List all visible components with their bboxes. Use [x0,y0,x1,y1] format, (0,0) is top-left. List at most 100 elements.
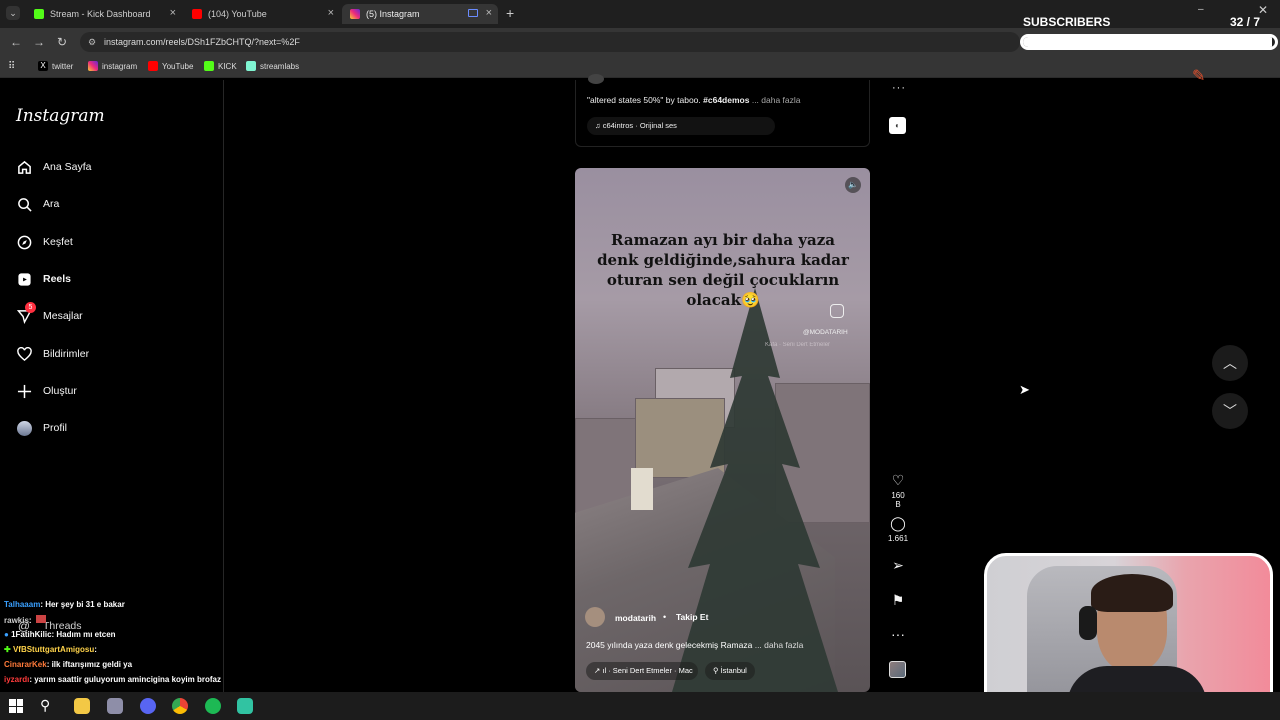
bookmark-label: twitter [52,61,74,71]
file-explorer-icon[interactable] [74,698,90,714]
search-icon[interactable]: ⚲ [40,697,50,714]
chrome-icon[interactable] [172,698,188,714]
mute-button[interactable]: 🔈 [845,177,861,193]
browser-tab-bar: ⌄ Stream - Kick Dashboard × (104) YouTub… [0,0,1280,29]
sidebar-item-profile[interactable]: Profil [16,420,67,436]
bookmark-label: YouTube [162,61,194,71]
instagram-watermark-icon [830,304,844,318]
spotify-icon[interactable] [205,698,221,714]
sidebar-item-explore[interactable]: Keşfet [16,234,73,250]
site-info-icon[interactable]: ⚙ [88,32,96,52]
reel-video[interactable]: Ramazan ayı bir daha yaza denk geldiğind… [575,168,870,692]
reel-username[interactable]: modatarih [615,613,656,623]
app-icon[interactable] [107,698,123,714]
caption-hashtag[interactable]: #c64demos [703,95,749,105]
bookmark-instagram[interactable]: instagram [88,61,137,71]
audio-label: c64intros · Orijinal ses [602,121,677,130]
bookmark-label: KICK [218,61,237,71]
chat-user: VfBStuttgartAmigosu [12,645,95,654]
url-field[interactable]: ⚙ instagram.com/reels/DSh1FZbCHTQ/?next=… [80,32,1020,52]
sidebar-item-notifications[interactable]: Bildirimler [16,346,89,362]
bookmark-youtube[interactable]: YouTube [148,61,193,71]
bookmarks-bar: ⠿ Xtwitter instagram YouTube KICK stream… [0,56,1280,78]
window-close-button[interactable]: ✕ [1258,3,1268,17]
chat-message: CinararKek: ilk iftarışımız geldi ya [4,660,132,669]
previous-reel-card[interactable]: "altered states 50%" by taboo. #c64demos… [575,74,870,147]
youtube-icon [148,61,158,71]
share-button[interactable]: ➢ [888,557,908,576]
url-text: instagram.com/reels/DSh1FZbCHTQ/?next=%2… [104,37,300,47]
notification-badge: 5 [25,302,36,313]
badge-icon: ✚ [4,645,13,654]
tab-search-button[interactable]: ⌄ [6,6,20,20]
streamlabs-icon [246,61,256,71]
chat-user: 1FatihKilic [11,630,52,639]
close-icon[interactable]: × [328,7,334,19]
bookmark-kick[interactable]: KICK [204,61,237,71]
more-link[interactable]: ... daha fazla [752,95,801,105]
window-minimize-button[interactable]: – [1198,4,1204,15]
back-icon[interactable]: ← [10,35,22,49]
streamlabs-icon[interactable] [237,698,253,714]
sidebar-item-reels[interactable]: Reels [16,271,71,287]
x-icon: X [38,61,48,71]
streamer-hair [1091,574,1173,612]
more-link[interactable]: ... daha fazla [755,640,804,650]
audio-thumbnail[interactable] [889,661,906,678]
chimney [631,468,653,510]
more-options-icon[interactable]: ··· [892,82,906,94]
mouse-cursor-icon: ➤ [1019,382,1030,397]
audio-thumbnail[interactable]: ◐ [889,117,906,134]
reel-location-chip[interactable]: ⚲ İstanbul [705,662,755,680]
heart-icon [16,346,32,362]
chat-user: Talhaaam [4,600,41,609]
badge-icon: ● [4,630,12,639]
reel-overlay-text: Ramazan ayı bir daha yaza denk geldiğind… [597,231,849,309]
subscribers-count: 32 / 7 [1230,15,1261,29]
save-button[interactable]: ⚑ [888,592,908,611]
sidebar-item-messages[interactable]: 5 Mesajlar [16,302,83,324]
location-pin-icon: ⚲ [713,666,721,675]
new-tab-button[interactable]: + [506,5,514,21]
prev-reel-audio-chip[interactable]: ♫ c64intros · Orijinal ses [587,117,775,135]
tab-instagram[interactable]: (5) Instagram × [342,4,498,24]
sidebar-item-search[interactable]: Ara [16,196,59,212]
emote-icon [35,615,46,623]
previous-reel-button[interactable]: ︿ [1212,345,1248,381]
like-button[interactable]: ♡ 160 B [888,472,908,509]
heart-icon: ♡ [891,472,905,488]
reel-author-avatar[interactable] [585,607,605,627]
apps-icon[interactable]: ⠿ [8,61,15,72]
sidebar-item-label: Keşfet [43,236,73,248]
picture-in-picture-icon[interactable] [468,9,478,17]
kick-icon [34,9,44,19]
windows-start-icon[interactable] [9,699,23,713]
more-icon: ··· [891,626,905,642]
follow-button[interactable]: Takip Et [676,612,708,622]
discord-icon[interactable] [140,698,156,714]
bookmark-twitter[interactable]: Xtwitter [38,61,73,71]
sidebar-item-home[interactable]: Ana Sayfa [16,159,91,175]
tab-kick-dashboard[interactable]: Stream - Kick Dashboard × [26,4,182,24]
reload-icon[interactable]: ↻ [57,35,67,49]
next-reel-button[interactable]: ﹀ [1212,393,1248,429]
close-icon[interactable]: × [486,7,492,19]
tab-youtube[interactable]: (104) YouTube × [184,4,340,24]
forward-icon[interactable]: → [33,35,45,49]
sidebar-item-create[interactable]: Oluştur [16,383,77,399]
more-options-button[interactable]: ··· [888,626,908,644]
chat-text: : ilk iftarışımız geldi ya [46,660,133,669]
instagram-logo[interactable]: Instagram [16,106,105,126]
subscribers-progress-fill [1023,37,1273,47]
tab-label: Stream - Kick Dashboard [50,9,151,19]
bookmark-streamlabs[interactable]: streamlabs [246,61,299,71]
comment-button[interactable]: ◯ 1.661 [888,515,908,543]
chat-message: ✚ VfBStuttgartAmigosu: [4,645,97,654]
chat-user: CinararKek [4,660,47,669]
sidebar-item-label: Ana Sayfa [43,161,92,173]
reel-audio-chip[interactable]: ↗ ıl · Seni Dert Etmeler · Mac [586,662,698,680]
reel-watermark-sub: Kafa · Seni Dert Etmeler [765,342,831,348]
close-icon[interactable]: × [170,7,176,19]
bookmark-icon: ⚑ [891,592,905,608]
comment-icon: ◯ [890,515,906,531]
